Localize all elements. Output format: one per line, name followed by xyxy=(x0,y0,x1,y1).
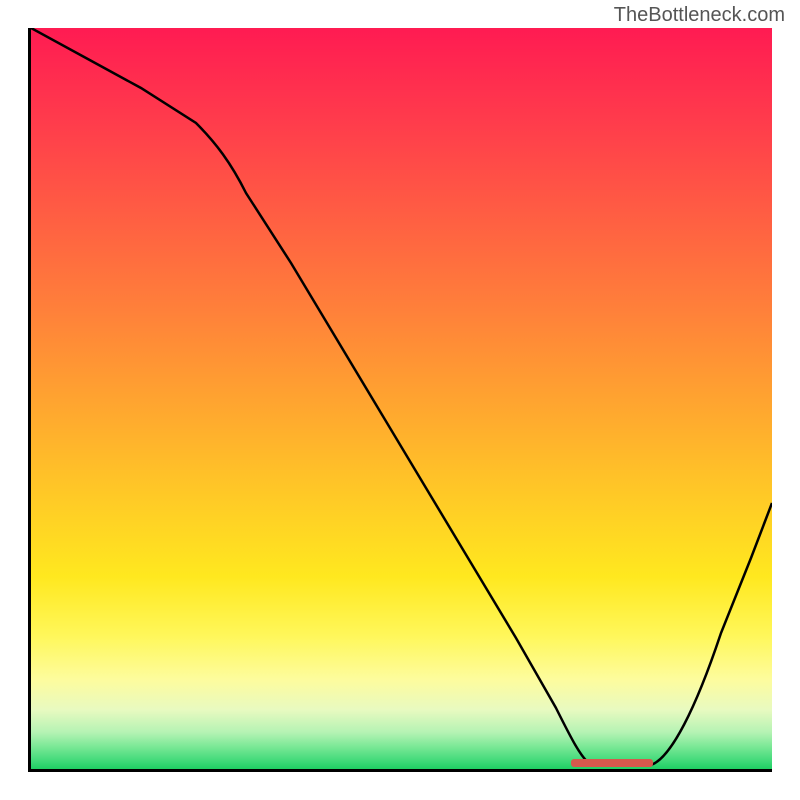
chart-plot-area xyxy=(28,28,772,772)
bottleneck-curve xyxy=(31,28,772,769)
optimal-range-marker xyxy=(571,759,653,767)
watermark-text: TheBottleneck.com xyxy=(614,4,785,27)
